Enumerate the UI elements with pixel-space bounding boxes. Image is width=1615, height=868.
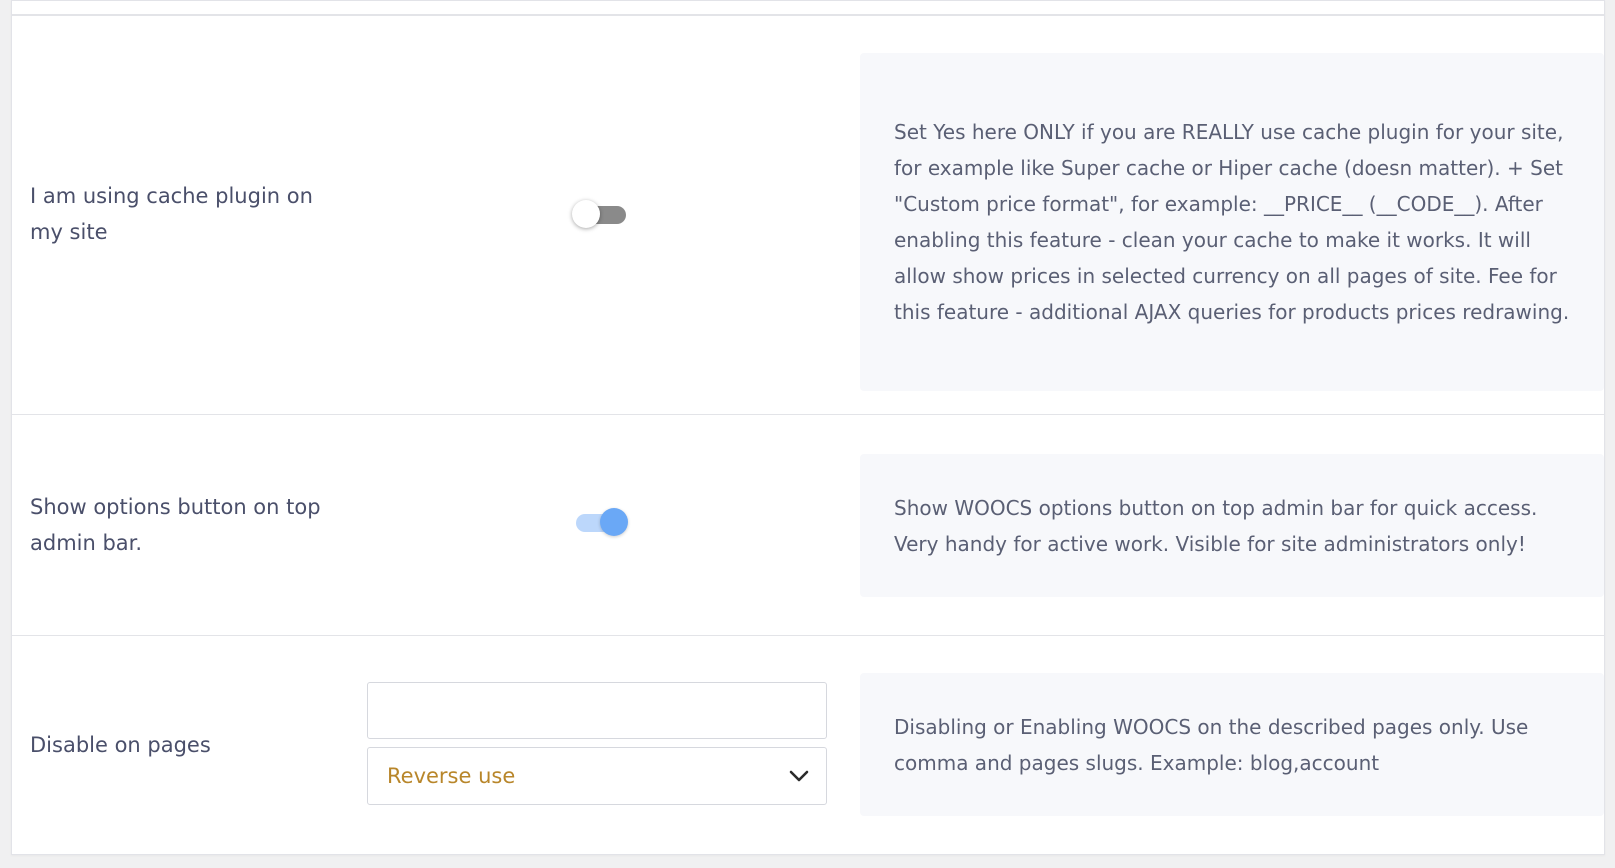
setting-row-cache-plugin: I am using cache plugin on my site Set Y… [12, 16, 1604, 415]
reverse-use-select[interactable]: Reverse use [367, 747, 827, 805]
admin-bar-description: Show WOOCS options button on top admin b… [860, 454, 1604, 597]
chevron-down-icon [789, 770, 809, 782]
cache-plugin-description: Set Yes here ONLY if you are REALLY use … [860, 53, 1604, 391]
select-value: Reverse use [387, 764, 516, 788]
pages-slugs-input[interactable] [367, 682, 827, 739]
setting-row-disable-pages: Disable on pages Reverse use Disabling o… [12, 636, 1604, 855]
settings-panel: I am using cache plugin on my site Set Y… [11, 0, 1605, 855]
admin-bar-description-text: Show WOOCS options button on top admin b… [894, 495, 1538, 556]
cache-plugin-label: I am using cache plugin on my site [30, 184, 313, 244]
disable-pages-description: Disabling or Enabling WOOCS on the descr… [860, 673, 1604, 816]
setting-row-admin-bar: Show options button on top admin bar. Sh… [12, 415, 1604, 636]
cache-plugin-toggle[interactable] [572, 199, 628, 229]
toggle-knob [600, 508, 628, 536]
toggle-knob [572, 200, 600, 228]
disable-pages-label: Disable on pages [30, 733, 211, 757]
disable-pages-description-text: Disabling or Enabling WOOCS on the descr… [894, 714, 1529, 775]
cache-plugin-description-text: Set Yes here ONLY if you are REALLY use … [894, 120, 1570, 324]
admin-bar-label: Show options button on top admin bar. [30, 495, 321, 555]
admin-bar-toggle[interactable] [572, 507, 628, 537]
